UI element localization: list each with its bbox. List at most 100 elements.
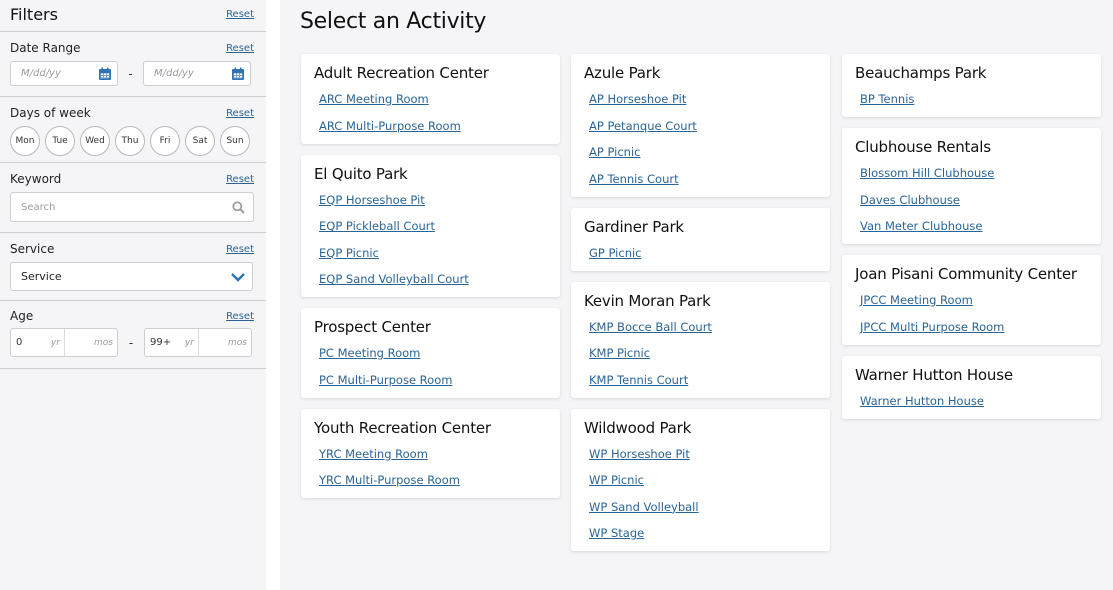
page-title: Select an Activity — [300, 9, 487, 34]
age-range-separator: - — [128, 335, 134, 350]
location-card: Clubhouse Rentals Blossom Hill Clubhouse D… — [842, 128, 1101, 244]
activity-link[interactable]: WP Sand Volleyball — [589, 499, 817, 526]
keyword-search-input[interactable]: Search — [10, 192, 254, 222]
activity-link[interactable]: PC Meeting Room — [319, 345, 547, 372]
activity-column-3: Beauchamps Park BP Tennis Clubhouse Rental… — [842, 54, 1101, 430]
activity-link[interactable]: JPCC Meeting Room — [860, 292, 1088, 319]
age-max-months-input[interactable]: mos — [199, 329, 251, 356]
activity-link[interactable]: YRC Multi-Purpose Room — [319, 472, 547, 490]
filters-sidebar: Filters Reset Date Range Reset M/dd/yy - — [0, 0, 266, 590]
filters-title: Filters — [10, 5, 58, 24]
date-range-section: Date Range Reset M/dd/yy - M/dd/yy — [0, 32, 266, 97]
days-of-week-section: Days of week Reset Mon Tue Wed Thu Fri S… — [0, 97, 266, 163]
service-selected-value: Service — [21, 270, 62, 283]
service-section: Service Reset Service — [0, 233, 266, 301]
age-max-years-value: 99+ — [150, 337, 172, 348]
age-section: Age Reset 0 yr mos - 99+ yr mos — [0, 301, 266, 369]
day-toggle-sun[interactable]: Sun — [220, 126, 250, 156]
start-date-input[interactable]: M/dd/yy — [10, 61, 118, 86]
activity-link[interactable]: JPCC Multi Purpose Room — [860, 319, 1088, 337]
age-min-years-input[interactable]: 0 yr — [11, 329, 65, 356]
location-title: Kevin Moran Park — [584, 291, 711, 310]
activity-link[interactable]: PC Multi-Purpose Room — [319, 372, 547, 390]
age-reset-link[interactable]: Reset — [226, 311, 254, 322]
day-toggle-tue[interactable]: Tue — [45, 126, 75, 156]
date-range-separator: - — [128, 66, 133, 81]
date-range-reset-link[interactable]: Reset — [226, 43, 254, 54]
activity-link[interactable]: WP Horseshoe Pit — [589, 446, 817, 473]
activity-link[interactable]: KMP Tennis Court — [589, 372, 817, 390]
activity-link[interactable]: EQP Picnic — [319, 245, 547, 272]
service-select[interactable]: Service — [10, 262, 253, 291]
reset-all-link[interactable]: Reset — [226, 9, 254, 20]
calendar-icon[interactable] — [98, 67, 112, 81]
activity-link[interactable]: Blossom Hill Clubhouse — [860, 165, 1088, 192]
location-card: Wildwood Park WP Horseshoe Pit WP Picnic WP… — [571, 408, 830, 551]
location-title: Youth Recreation Center — [314, 418, 491, 437]
location-card: Gardiner Park GP Picnic — [571, 207, 830, 271]
end-date-placeholder: M/dd/yy — [154, 68, 194, 79]
location-card: Beauchamps Park BP Tennis — [842, 54, 1101, 117]
age-min-years-value: 0 — [16, 337, 23, 348]
day-toggle-sat[interactable]: Sat — [185, 126, 215, 156]
age-min-years-unit: yr — [50, 337, 60, 348]
activity-link[interactable]: Daves Clubhouse — [860, 192, 1088, 219]
chevron-down-icon[interactable] — [230, 272, 246, 282]
location-title: Prospect Center — [314, 318, 431, 336]
activity-link[interactable]: AP Picnic — [589, 144, 817, 171]
day-toggle-fri[interactable]: Fri — [150, 126, 180, 156]
keyword-section: Keyword Reset Search — [0, 163, 266, 233]
activity-link[interactable]: Warner Hutton House — [860, 393, 1088, 411]
keyword-reset-link[interactable]: Reset — [226, 174, 254, 185]
location-title: Azule Park — [584, 64, 661, 82]
activity-link[interactable]: EQP Horseshoe Pit — [319, 192, 547, 219]
activity-column-2: Azule Park AP Horseshoe Pit AP Petanque Co… — [571, 54, 830, 562]
location-card: Azule Park AP Horseshoe Pit AP Petanque Co… — [571, 54, 830, 197]
location-title: Clubhouse Rentals — [855, 138, 991, 156]
activity-link[interactable]: ARC Meeting Room — [319, 91, 547, 118]
location-card: Joan Pisani Community Center JPCC Meeting… — [842, 255, 1101, 345]
days-of-week-reset-link[interactable]: Reset — [226, 108, 254, 119]
activity-link[interactable]: ARC Multi-Purpose Room — [319, 118, 547, 136]
activity-main: Select an Activity Adult Recreation Cent… — [280, 0, 1113, 590]
age-max-years-input[interactable]: 99+ yr — [145, 329, 199, 356]
location-card: Kevin Moran Park KMP Bocce Ball Court KMP … — [571, 281, 830, 398]
activity-link[interactable]: WP Picnic — [589, 472, 817, 499]
activity-link[interactable]: AP Petanque Court — [589, 118, 817, 145]
location-title: Beauchamps Park — [855, 64, 987, 82]
location-title: Adult Recreation Center — [314, 64, 489, 82]
location-card: Youth Recreation Center YRC Meeting Room Y… — [301, 408, 560, 498]
age-min-months-unit: mos — [94, 337, 113, 348]
search-icon[interactable] — [232, 200, 245, 214]
service-reset-link[interactable]: Reset — [226, 244, 254, 255]
activity-link[interactable]: Van Meter Clubhouse — [860, 218, 1088, 236]
day-toggle-wed[interactable]: Wed — [80, 126, 110, 156]
day-toggle-thu[interactable]: Thu — [115, 126, 145, 156]
location-title: Joan Pisani Community Center — [855, 265, 1077, 283]
activity-link[interactable]: GP Picnic — [589, 245, 817, 263]
activity-link[interactable]: KMP Bocce Ball Court — [589, 319, 817, 346]
activity-link[interactable]: EQP Sand Volleyball Court — [319, 271, 547, 289]
age-max-months-unit: mos — [228, 337, 247, 348]
activity-link[interactable]: KMP Picnic — [589, 345, 817, 372]
activity-link[interactable]: YRC Meeting Room — [319, 446, 547, 473]
activity-link[interactable]: BP Tennis — [860, 91, 1088, 109]
location-title: Warner Hutton House — [855, 365, 1013, 384]
day-toggle-mon[interactable]: Mon — [10, 126, 40, 156]
end-date-input[interactable]: M/dd/yy — [143, 61, 251, 86]
age-min-group: 0 yr mos — [10, 328, 118, 357]
activity-link[interactable]: AP Horseshoe Pit — [589, 91, 817, 118]
activity-link[interactable]: WP Stage — [589, 525, 817, 543]
service-label: Service — [10, 242, 55, 256]
keyword-placeholder: Search — [21, 201, 56, 213]
location-card: Prospect Center PC Meeting Room PC Multi-P… — [301, 308, 560, 398]
activity-link[interactable]: EQP Pickleball Court — [319, 218, 547, 245]
sidebar-gutter — [266, 0, 280, 590]
age-min-months-input[interactable]: mos — [65, 329, 117, 356]
location-card: Adult Recreation Center ARC Meeting Room A… — [301, 54, 560, 144]
age-label: Age — [10, 309, 34, 323]
activity-link[interactable]: AP Tennis Court — [589, 171, 817, 189]
calendar-icon[interactable] — [231, 67, 245, 81]
age-max-group: 99+ yr mos — [144, 328, 252, 357]
location-card: Warner Hutton House Warner Hutton House — [842, 355, 1101, 419]
